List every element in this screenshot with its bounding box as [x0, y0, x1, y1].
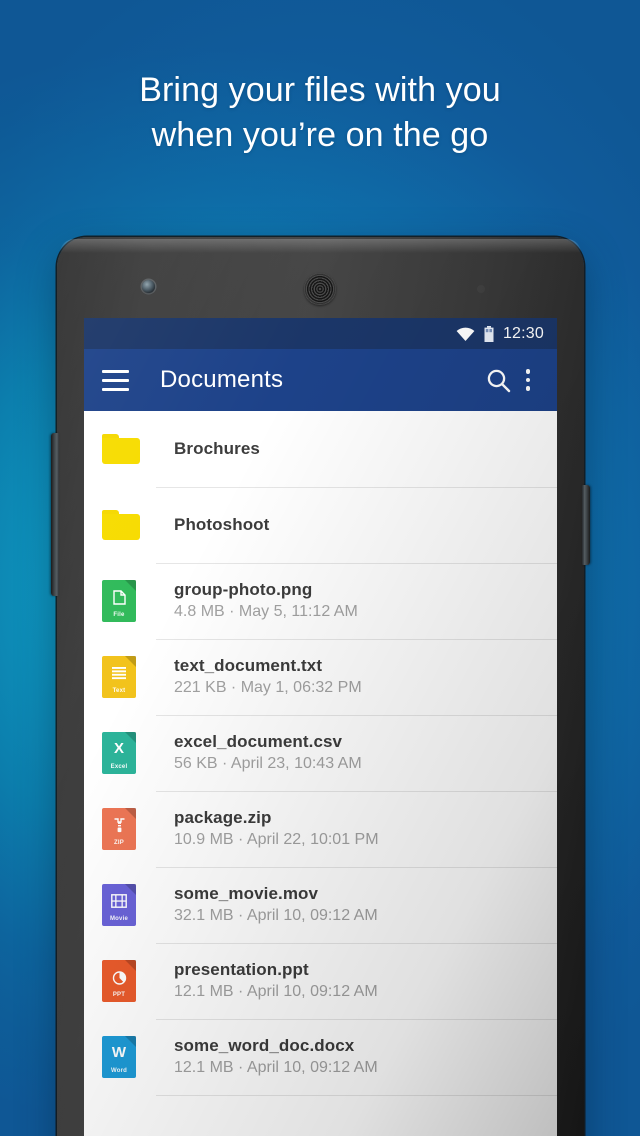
hamburger-bar: [102, 387, 129, 391]
earpiece-speaker-icon: [304, 273, 336, 305]
file-meta: 4.8 MB · May 5, 11:12 AM: [174, 603, 358, 620]
row-icon: PPT: [102, 960, 156, 1002]
file-name: some_movie.mov: [174, 884, 319, 903]
list-item[interactable]: Text text_document.txt 221 KB · May 1, 0…: [84, 639, 557, 716]
power-button[interactable]: [582, 485, 590, 565]
file-name: text_document.txt: [174, 656, 323, 675]
row-text: Brochures: [156, 411, 557, 488]
file-meta: 10.9 MB · April 22, 10:01 PM: [174, 831, 379, 848]
file-type-label: Excel: [110, 764, 128, 770]
row-icon: [102, 434, 156, 464]
file-glyph-mark: [102, 664, 136, 681]
file-name: Photoshoot: [174, 514, 270, 534]
wifi-icon: [456, 327, 475, 341]
page-title: Bring your files with you when you’re on…: [0, 68, 640, 158]
file-meta: 32.1 MB · April 10, 09:12 AM: [174, 907, 378, 924]
row-text: presentation.ppt 12.1 MB · April 10, 09:…: [156, 943, 557, 1020]
file-type-label: PPT: [112, 992, 126, 998]
file-name: excel_document.csv: [174, 732, 343, 751]
hamburger-bar: [102, 378, 129, 382]
app-bar-title: Documents: [160, 366, 284, 393]
row-text: some_movie.mov 32.1 MB · April 10, 09:12…: [156, 867, 557, 944]
file-type-label: Text: [112, 688, 126, 694]
promo-screenshot: Bring your files with you when you’re on…: [0, 0, 640, 1136]
file-type-label: Word: [110, 1068, 128, 1074]
file-movie-icon: Movie: [102, 884, 136, 926]
file-type-label: ZIP: [114, 840, 124, 846]
row-icon: Movie: [102, 884, 156, 926]
battery-icon: [484, 325, 494, 342]
app-bar: Documents: [84, 349, 557, 411]
front-camera-icon: [142, 280, 155, 293]
list-item[interactable]: W Word some_word_doc.docx 12.1 MB · Apri…: [84, 1019, 557, 1096]
row-icon: Text: [102, 656, 156, 698]
row-icon: ZIP: [102, 808, 156, 850]
proximity-sensor-icon: [477, 285, 485, 293]
file-ppt-icon: PPT: [102, 960, 136, 1002]
status-bar-clock: 12:30: [502, 324, 544, 342]
file-zip-icon: ZIP: [102, 808, 136, 850]
headline-line-2: when you’re on the go: [151, 116, 489, 154]
file-list[interactable]: Brochures Photoshoot File group-photo.pn…: [84, 411, 557, 1136]
file-glyph-mark: [102, 588, 136, 605]
file-name: package.zip: [174, 808, 272, 827]
list-item[interactable]: Brochures: [84, 411, 557, 488]
file-word-icon: W Word: [102, 1036, 136, 1078]
file-name: Brochures: [174, 438, 260, 458]
overflow-dot: [525, 369, 531, 374]
file-png-icon: File: [102, 580, 136, 622]
file-glyph-mark: [102, 892, 136, 909]
row-text: text_document.txt 221 KB · May 1, 06:32 …: [156, 639, 557, 716]
status-bar: 12:30: [84, 318, 557, 349]
row-text: excel_document.csv 56 KB · April 23, 10:…: [156, 715, 557, 792]
file-meta: 12.1 MB · April 10, 09:12 AM: [174, 983, 378, 1000]
file-name: some_word_doc.docx: [174, 1036, 355, 1055]
row-icon: W Word: [102, 1036, 156, 1078]
list-item[interactable]: ZIP package.zip 10.9 MB · April 22, 10:0…: [84, 791, 557, 868]
list-item[interactable]: Movie some_movie.mov 32.1 MB · April 10,…: [84, 867, 557, 944]
list-item[interactable]: File group-photo.png 4.8 MB · May 5, 11:…: [84, 563, 557, 640]
overflow-dot: [525, 377, 531, 383]
list-item[interactable]: Photoshoot: [84, 487, 557, 564]
hamburger-bar: [102, 369, 129, 373]
bezel-highlight: [60, 239, 581, 253]
file-glyph-mark: [102, 968, 136, 985]
file-meta: 221 KB · May 1, 06:32 PM: [174, 679, 362, 696]
folder-icon: [102, 434, 140, 464]
overflow-dot: [525, 386, 531, 391]
row-text: some_word_doc.docx 12.1 MB · April 10, 0…: [156, 1019, 557, 1096]
folder-body: [102, 438, 140, 464]
list-item[interactable]: PPT presentation.ppt 12.1 MB · April 10,…: [84, 943, 557, 1020]
file-glyph-mark: W: [111, 1044, 127, 1061]
row-icon: File: [102, 580, 156, 622]
file-glyph-mark: [102, 816, 136, 833]
row-text: package.zip 10.9 MB · April 22, 10:01 PM: [156, 791, 557, 868]
phone-device: 12:30 Documents Brochures Photoshoot Fil…: [51, 237, 590, 1136]
file-name: presentation.ppt: [174, 960, 309, 979]
file-type-label: File: [113, 612, 125, 618]
file-glyph-mark: X: [113, 740, 124, 757]
file-excel-icon: X Excel: [102, 732, 136, 774]
row-icon: [102, 510, 156, 540]
hamburger-menu-icon[interactable]: [102, 369, 129, 391]
folder-icon: [102, 510, 140, 540]
phone-screen: 12:30 Documents Brochures Photoshoot Fil…: [84, 318, 557, 1136]
volume-rocker-button[interactable]: [51, 433, 59, 596]
folder-body: [102, 514, 140, 540]
list-item[interactable]: X Excel excel_document.csv 56 KB · April…: [84, 715, 557, 792]
search-icon: [487, 369, 510, 392]
row-text: Photoshoot: [156, 487, 557, 564]
file-text-icon: Text: [102, 656, 136, 698]
file-meta: 12.1 MB · April 10, 09:12 AM: [174, 1059, 378, 1076]
headline-line-1: Bring your files with you: [139, 71, 501, 109]
overflow-menu-button[interactable]: [515, 369, 541, 391]
search-button[interactable]: [481, 368, 515, 393]
file-type-label: Movie: [109, 916, 128, 922]
file-meta: 56 KB · April 23, 10:43 AM: [174, 755, 362, 772]
row-text: group-photo.png 4.8 MB · May 5, 11:12 AM: [156, 563, 557, 640]
row-icon: X Excel: [102, 732, 156, 774]
file-name: group-photo.png: [174, 580, 313, 599]
